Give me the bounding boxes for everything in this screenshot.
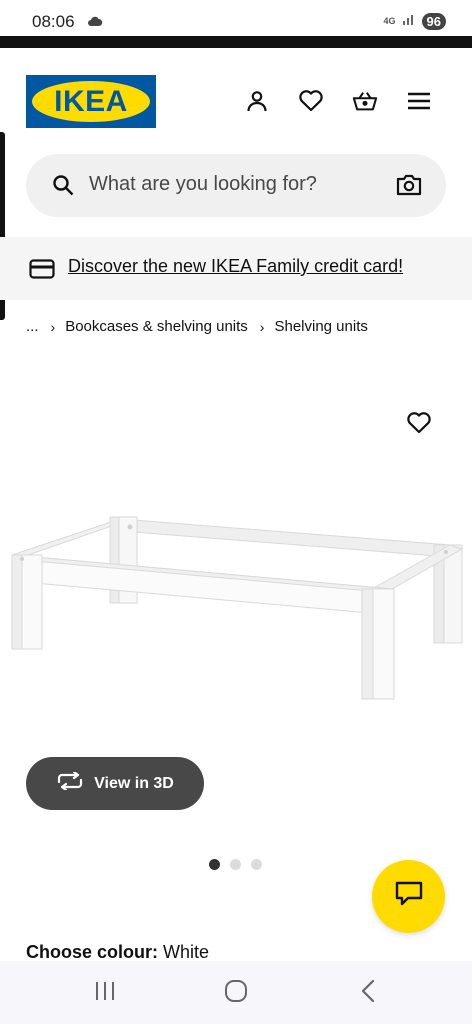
heart-icon[interactable] <box>298 88 324 114</box>
basket-icon[interactable] <box>352 88 378 114</box>
ikea-logo[interactable]: IKEA <box>26 75 156 128</box>
camera-search-icon[interactable] <box>396 173 422 202</box>
battery-indicator: 96 <box>421 12 446 30</box>
rotate-3d-icon <box>56 770 84 795</box>
add-to-favourites-icon[interactable] <box>406 411 432 440</box>
carousel-dot[interactable] <box>251 859 262 870</box>
logo-text: IKEA <box>54 84 128 118</box>
breadcrumb: ... › Bookcases & shelving units › Shelv… <box>26 318 368 335</box>
breadcrumb-item-shelving-units[interactable]: Shelving units <box>274 318 367 335</box>
chevron-right-icon: › <box>259 318 265 335</box>
site-header: IKEA <box>0 48 472 148</box>
credit-card-link[interactable]: Discover the new IKEA Family credit card… <box>68 256 403 277</box>
breadcrumb-item-bookcases[interactable]: Bookcases & shelving units <box>65 318 248 335</box>
search-icon <box>52 174 74 201</box>
colour-value: White <box>163 942 210 962</box>
view-in-3d-button[interactable]: View in 3D <box>26 757 204 810</box>
promo-banner: Discover the new IKEA Family credit card… <box>0 237 472 300</box>
system-nav-bar <box>0 961 472 1024</box>
chat-icon <box>395 881 423 912</box>
app-top-bar <box>0 36 472 48</box>
chevron-right-icon: › <box>50 318 56 335</box>
recent-apps-icon[interactable] <box>93 979 117 1008</box>
back-icon[interactable] <box>358 979 378 1008</box>
view-in-3d-label: View in 3D <box>94 774 174 792</box>
home-icon[interactable] <box>224 979 248 1008</box>
search-bar[interactable]: What are you looking for? <box>26 154 446 217</box>
carousel-dot[interactable] <box>209 859 220 870</box>
signal-icon <box>402 12 416 30</box>
breadcrumb-ellipsis[interactable]: ... <box>26 318 39 335</box>
choose-colour: Choose colour: White <box>26 942 209 963</box>
logo-oval: IKEA <box>32 81 150 122</box>
colour-label: Choose colour: <box>26 942 159 962</box>
status-time: 08:06 <box>32 12 75 31</box>
carousel-dot[interactable] <box>230 859 241 870</box>
network-label: 4G <box>383 15 396 26</box>
profile-icon[interactable] <box>244 88 270 114</box>
credit-card-icon <box>29 259 55 284</box>
header-actions <box>244 88 432 114</box>
image-carousel-dots <box>209 859 262 870</box>
menu-icon[interactable] <box>406 88 432 114</box>
chat-button[interactable] <box>372 860 445 933</box>
search-input[interactable]: What are you looking for? <box>89 173 317 196</box>
weather-icon <box>87 14 103 32</box>
status-bar: 08:06 4G 96 <box>0 0 472 36</box>
status-indicators: 4G 96 <box>384 12 446 30</box>
product-image[interactable] <box>0 505 472 715</box>
